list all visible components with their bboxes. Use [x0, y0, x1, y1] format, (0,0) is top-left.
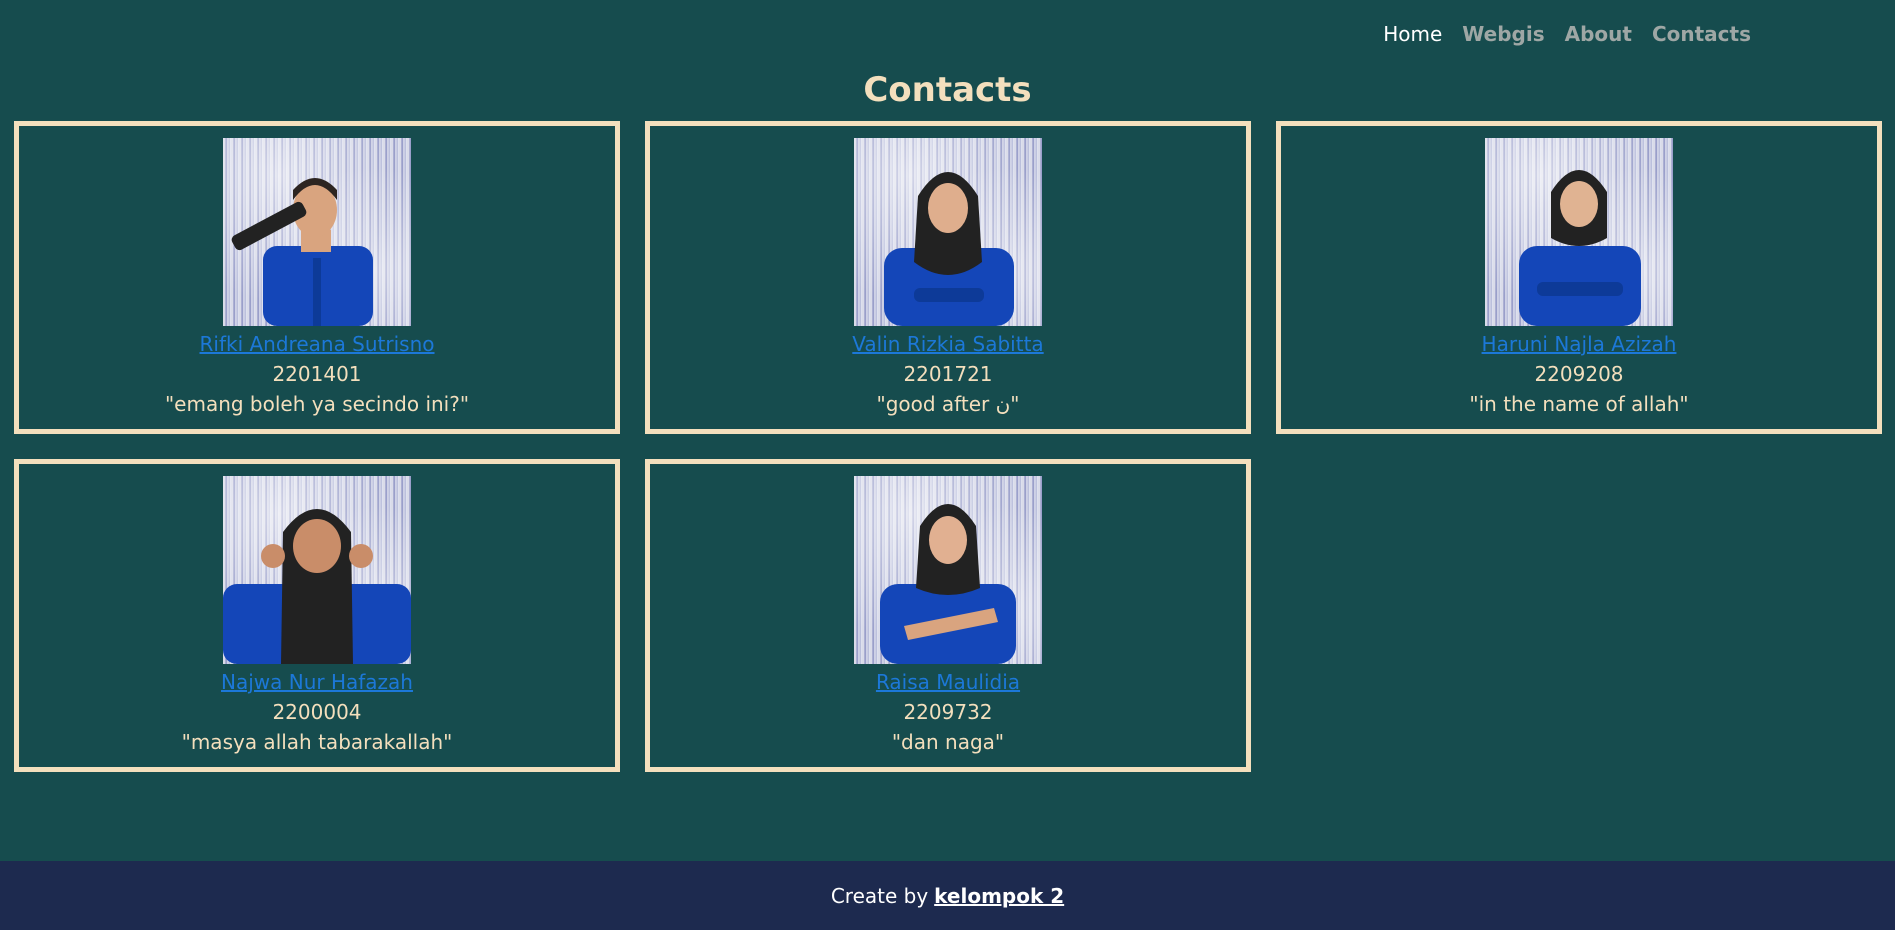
contact-nim: 2201721	[903, 362, 993, 386]
contact-photo	[1485, 138, 1673, 326]
nav-contacts-link[interactable]: Contacts	[1652, 22, 1751, 46]
contact-card: Rifki Andreana Sutrisno 2201401 "emang b…	[14, 121, 620, 434]
contact-name-link[interactable]: Valin Rizkia Sabitta	[852, 329, 1043, 359]
contact-name-link[interactable]: Najwa Nur Hafazah	[221, 667, 413, 697]
contact-name-link[interactable]: Raisa Maulidia	[876, 667, 1020, 697]
contact-quote: "in the name of allah"	[1469, 392, 1689, 416]
contact-photo	[223, 476, 411, 664]
contact-photo	[854, 476, 1042, 664]
contact-name-link[interactable]: Haruni Najla Azizah	[1482, 329, 1677, 359]
page-title: Contacts	[863, 70, 1032, 110]
contact-photo	[854, 138, 1042, 326]
contact-nim: 2200004	[272, 700, 362, 724]
person-photo-icon	[223, 509, 411, 664]
top-nav: Home Webgis About Contacts	[1383, 22, 1751, 46]
contact-nim: 2209732	[903, 700, 993, 724]
footer-credit-text: Create by	[830, 883, 929, 908]
person-photo-icon	[1519, 170, 1641, 326]
contacts-grid: Rifki Andreana Sutrisno 2201401 "emang b…	[14, 121, 1884, 772]
contact-quote: "masya allah tabarakallah"	[181, 730, 453, 754]
contact-nim: 2209208	[1534, 362, 1624, 386]
contact-nim: 2201401	[272, 362, 362, 386]
contact-quote: "good after ن"	[876, 392, 1020, 416]
footer: Create by kelompok 2	[0, 861, 1895, 930]
contact-card: Najwa Nur Hafazah 2200004 "masya allah t…	[14, 459, 620, 772]
nav-home-link[interactable]: Home	[1383, 22, 1442, 46]
person-photo-icon	[231, 178, 373, 326]
contact-quote: "emang boleh ya secindo ini?"	[164, 392, 470, 416]
contact-card: Raisa Maulidia 2209732 "dan naga"	[645, 459, 1251, 772]
nav-webgis-link[interactable]: Webgis	[1462, 22, 1544, 46]
nav-about-link[interactable]: About	[1565, 22, 1632, 46]
person-photo-icon	[884, 172, 1014, 326]
person-photo-icon	[880, 504, 1016, 664]
contact-name-link[interactable]: Rifki Andreana Sutrisno	[200, 329, 435, 359]
footer-credit-link[interactable]: kelompok 2	[934, 884, 1064, 908]
contact-quote: "dan naga"	[891, 730, 1005, 754]
contact-card: Valin Rizkia Sabitta 2201721 "good after…	[645, 121, 1251, 434]
contact-photo	[223, 138, 411, 326]
contact-card: Haruni Najla Azizah 2209208 "in the name…	[1276, 121, 1882, 434]
